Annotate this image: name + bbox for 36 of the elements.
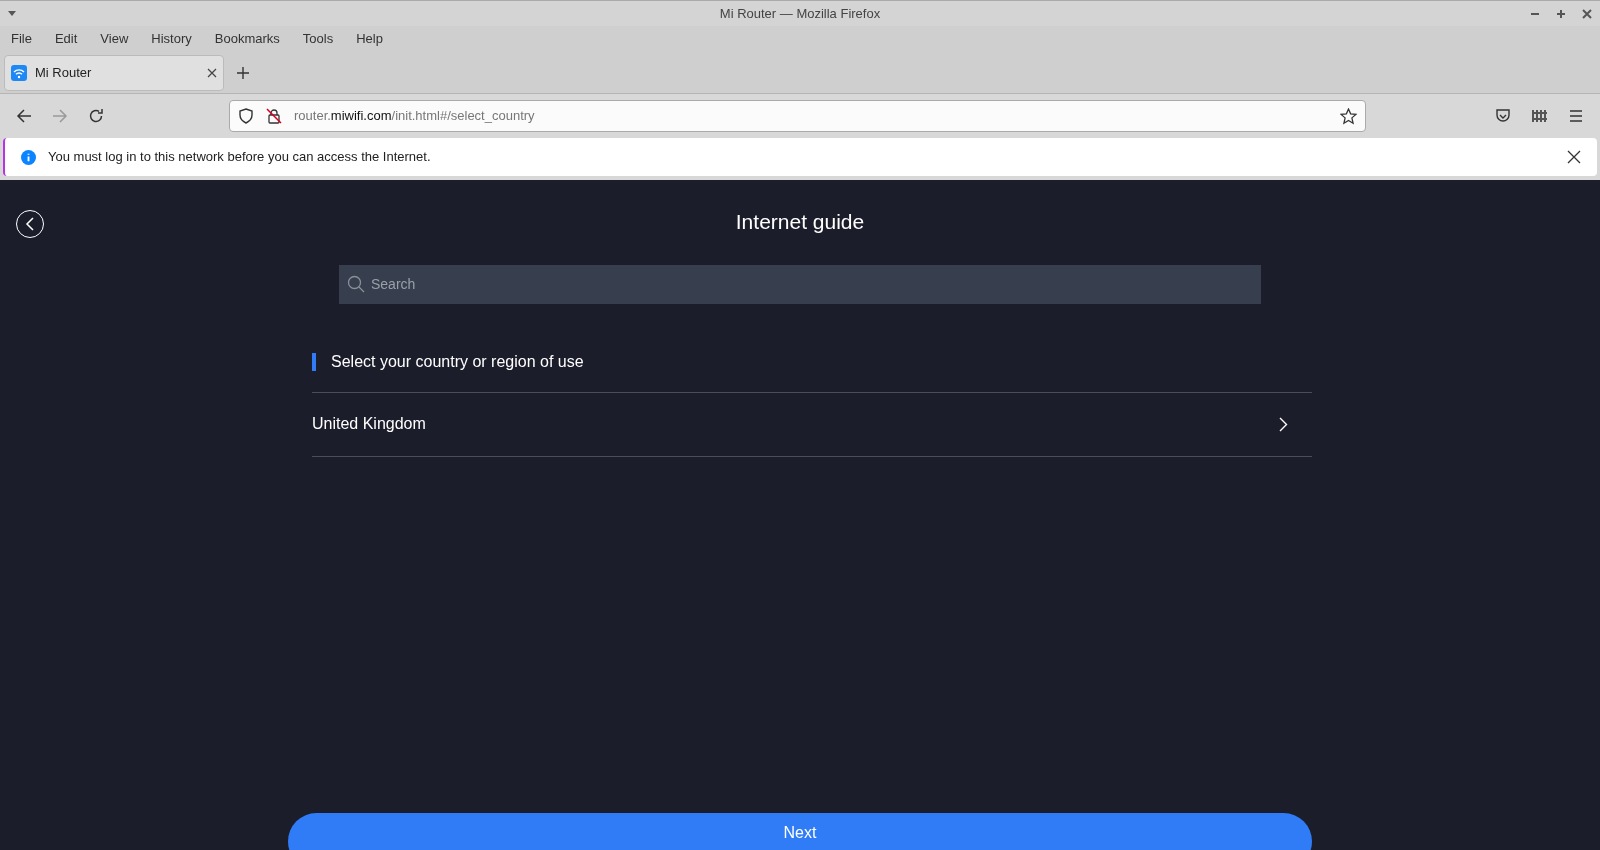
back-icon[interactable]	[16, 108, 32, 124]
heading-accent-bar	[312, 352, 316, 371]
menu-item[interactable]: Help	[356, 29, 383, 49]
menu-item[interactable]: Edit	[54, 29, 78, 49]
page-title: Internet guide	[735, 209, 865, 235]
new-tab-icon[interactable]	[236, 65, 250, 80]
menu-item[interactable]: Tools	[302, 29, 334, 49]
search-field[interactable]: Search	[339, 264, 1261, 304]
menu-icon[interactable]	[1568, 108, 1584, 124]
maximize-icon[interactable]	[1556, 8, 1566, 19]
menu-item[interactable]: File	[11, 29, 32, 49]
reload-icon[interactable]	[88, 108, 104, 124]
chevron-right-icon[interactable]	[1279, 416, 1288, 432]
insecure-lock-icon[interactable]	[266, 108, 282, 124]
section-heading: Select your country or region of use	[331, 351, 584, 372]
url-text: router.miwifi.com/init.html#/select_country	[294, 107, 536, 126]
browser-tab[interactable]: Mi Router	[4, 54, 224, 91]
close-icon[interactable]	[207, 67, 217, 78]
shield-icon[interactable]	[238, 108, 254, 124]
next-button[interactable]: Next	[288, 813, 1312, 850]
menu-item[interactable]: View	[100, 29, 129, 49]
pocket-icon[interactable]	[1495, 108, 1511, 124]
notification-message: You must log in to this network before you can access the Internet.	[48, 148, 431, 167]
address-bar[interactable]: router.miwifi.com/init.html#/select_country	[229, 100, 1366, 132]
country-option[interactable]: United Kingdom	[312, 412, 426, 436]
window-title: Mi Router — Mozilla Firefox	[719, 4, 881, 23]
wifi-icon	[11, 64, 27, 81]
library-icon[interactable]	[1531, 108, 1548, 124]
dropdown-icon[interactable]	[8, 11, 16, 16]
search-icon	[347, 274, 365, 293]
menu-item[interactable]: History	[151, 29, 192, 49]
menu-item[interactable]: Bookmarks	[214, 29, 280, 49]
info-icon	[21, 149, 36, 165]
bookmark-star-icon[interactable]	[1340, 107, 1357, 125]
close-icon[interactable]	[1567, 150, 1581, 164]
chevron-left-icon	[25, 217, 35, 231]
